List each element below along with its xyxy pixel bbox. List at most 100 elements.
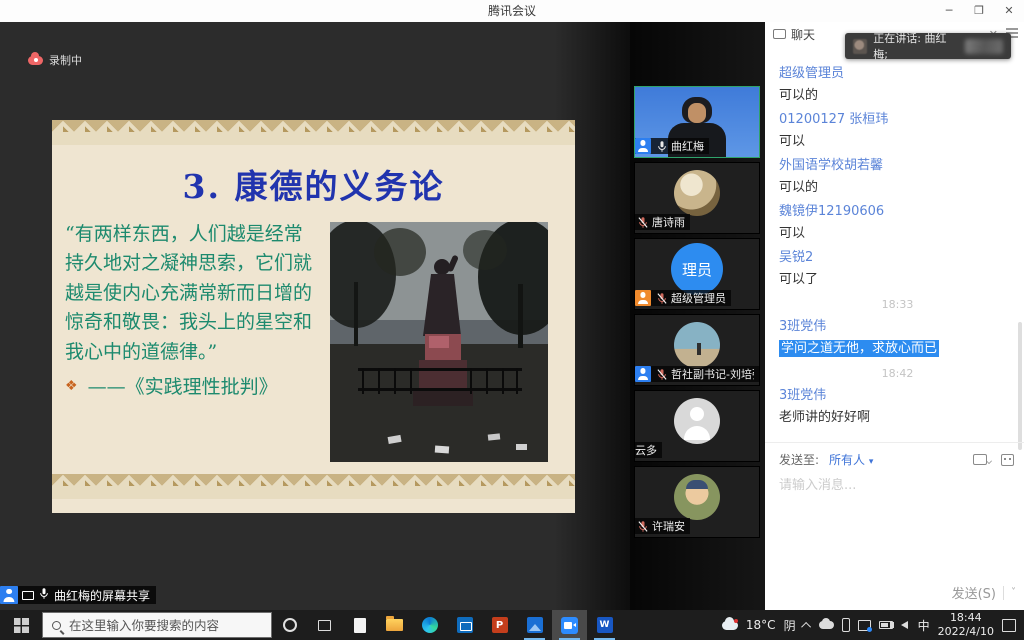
chevron-down-icon: ▾ (869, 457, 874, 467)
send-button[interactable]: 发送(S) ˅ (952, 583, 1016, 602)
message-text[interactable]: 可以的 (779, 88, 1016, 104)
participant-tile[interactable]: 唐诗雨 (634, 162, 760, 234)
send-options-chevron-icon[interactable]: ˅ (1011, 587, 1016, 598)
chat-message: 魏镜伊12190606 可以 (779, 204, 1016, 242)
chat-timestamp: 18:33 (779, 298, 1016, 311)
taskbar-search[interactable] (42, 612, 272, 638)
minimize-button[interactable]: ─ (934, 0, 964, 22)
emoji-icon[interactable] (1001, 454, 1014, 466)
participant-tile[interactable]: 云多 (634, 390, 760, 462)
message-sender: 魏镜伊12190606 (779, 204, 1016, 220)
message-text[interactable]: 老师讲的好好啊 (779, 410, 1016, 426)
screenshot-icon[interactable] (973, 454, 987, 465)
mic-muted-icon (656, 368, 668, 381)
onedrive-icon[interactable] (819, 621, 834, 629)
file-explorer-icon (386, 619, 403, 631)
taskbar-app-cortana[interactable] (272, 610, 307, 640)
taskbar-app-word[interactable] (587, 610, 622, 640)
taskbar-app-document[interactable] (342, 610, 377, 640)
taskbar-app-file-explorer[interactable] (377, 610, 412, 640)
slide-border-ornament-top (52, 120, 575, 145)
participant-namebar: 唐诗雨 (635, 214, 690, 230)
speaker-avatar (853, 39, 867, 54)
taskbar-app-tencent-meeting[interactable] (552, 610, 587, 640)
chat-bubble-icon (773, 29, 786, 39)
send-to-label: 发送至: (779, 451, 819, 468)
chat-timestamp: 18:42 (779, 367, 1016, 380)
speaking-toast: 正在讲话: 曲红梅; (845, 33, 1011, 59)
blurred-names (965, 39, 1003, 54)
message-sender: 01200127 张桓玮 (779, 112, 1016, 128)
message-text-selected[interactable]: 学问之道无他，求放心而已 (779, 340, 939, 357)
clock-time: 18:44 (938, 611, 994, 625)
weather-condition[interactable]: 阴 (784, 617, 796, 634)
diamond-bullet-icon: ❖ (65, 378, 78, 394)
participant-name: 唐诗雨 (652, 214, 685, 230)
mic-muted-icon (637, 216, 649, 229)
mic-muted-icon (656, 292, 668, 305)
quote-line: 惊奇和敬畏：我头上的星空和 (65, 308, 350, 337)
windows-logo-icon (14, 618, 29, 633)
taskbar-app-edge[interactable] (412, 610, 447, 640)
task-view-icon (318, 620, 331, 631)
chat-message: 超级管理员可以的 (779, 66, 1016, 104)
tray-expand-chevron-icon[interactable] (801, 621, 811, 631)
message-sender: 外国语学校胡若馨 (779, 158, 1016, 174)
message-text[interactable]: 可以 (779, 226, 1016, 242)
message-text[interactable]: 可以 (779, 134, 1016, 150)
participant-namebar: 超级管理员 (635, 290, 731, 306)
quote-line: 越是使内心充满常新而日增的 (65, 279, 350, 308)
participant-namebar: 许瑞安 (635, 518, 690, 534)
weather-temp[interactable]: 18°C (746, 618, 776, 632)
chat-scrollbar[interactable] (1018, 322, 1022, 450)
snip-tool-icon[interactable] (858, 620, 871, 631)
word-icon (597, 617, 613, 633)
taskbar-app-mail[interactable] (447, 610, 482, 640)
chat-message: 01200127 张桓玮可以 (779, 112, 1016, 150)
message-text[interactable]: 可以了 (779, 272, 1016, 288)
action-center-icon[interactable] (1002, 619, 1016, 632)
phone-icon[interactable] (842, 618, 850, 632)
share-badge-label: 曲红梅的屏幕共享 (54, 587, 150, 604)
participant-tile[interactable]: 哲社副书记-刘培强 (634, 314, 760, 386)
tencent-meeting-icon (561, 617, 578, 634)
maximize-button[interactable]: ❐ (964, 0, 994, 22)
close-button[interactable]: ✕ (994, 0, 1024, 22)
participant-namebar: 云多 (635, 442, 662, 458)
powerpoint-icon (492, 617, 508, 633)
taskbar-app-powerpoint[interactable] (482, 610, 517, 640)
taskbar-clock[interactable]: 18:44 2022/4/10 (938, 611, 994, 639)
participant-avatar (674, 322, 720, 368)
ime-indicator[interactable]: 中 (918, 617, 930, 634)
taskbar-app-task-view[interactable] (307, 610, 342, 640)
message-text[interactable]: 可以的 (779, 180, 1016, 196)
screen-share-badge: 曲红梅的屏幕共享 (0, 586, 156, 604)
start-button[interactable] (0, 610, 42, 640)
participant-namebar: 哲社副书记-刘培强 (635, 366, 759, 382)
chat-message: 3班党伟学问之道无他，求放心而已 (779, 319, 1016, 357)
tencent-meeting-window: 腾讯会议 ─ ❐ ✕ 录制中 3. 康德的义务论 “有两样东西，人们越是经常 持… (0, 0, 1024, 640)
message-sender: 3班党伟 (779, 388, 1016, 404)
search-input[interactable] (69, 618, 249, 633)
taskbar-app-photos[interactable] (517, 610, 552, 640)
recording-indicator: 录制中 (28, 52, 82, 68)
window-title: 腾讯会议 (0, 0, 1024, 22)
participant-strip: 曲红梅唐诗雨理员超级管理员哲社副书记-刘培强云多许瑞安 (630, 22, 765, 610)
participant-tile[interactable]: 许瑞安 (634, 466, 760, 538)
participant-tile[interactable]: 曲红梅 (634, 86, 760, 158)
send-to-selector[interactable]: 所有人 ▾ (829, 451, 873, 468)
weather-icon[interactable] (722, 621, 738, 630)
chat-message: .真的好好，好清晰 (779, 434, 1016, 442)
participant-tile[interactable]: 理员超级管理员 (634, 238, 760, 310)
screen-share-stage: 录制中 3. 康德的义务论 “有两样东西，人们越是经常 持久地对之凝神思索，它们… (0, 22, 630, 610)
search-icon (52, 621, 61, 630)
speaker-icon[interactable] (901, 621, 908, 629)
chat-message-input[interactable] (779, 478, 1014, 493)
member-badge-icon (635, 138, 651, 154)
presentation-slide: 3. 康德的义务论 “有两样东西，人们越是经常 持久地对之凝神思索，它们就 越是… (52, 120, 575, 513)
kant-statue-photo (330, 222, 548, 462)
participant-avatar: 理员 (671, 243, 723, 295)
quote-line: 我心中的道德律。” (65, 338, 350, 367)
participant-name: 超级管理员 (671, 290, 726, 306)
chat-title: 聊天 (791, 26, 815, 43)
